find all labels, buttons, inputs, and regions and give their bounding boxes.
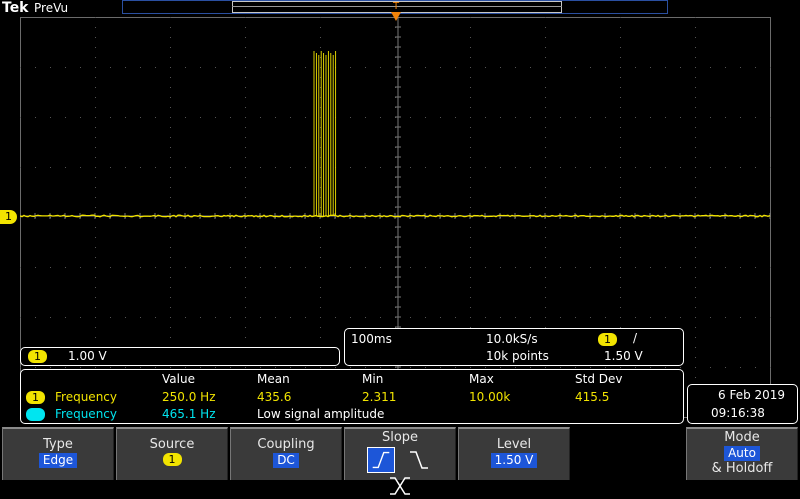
brand-logo: Tek [2, 0, 29, 16]
trigger-slope-indicator: / [633, 331, 637, 345]
trigger-source-badge: 1 [598, 333, 617, 346]
trigger-position-marker[interactable]: T [388, 0, 404, 24]
level-value: 1.50 V [491, 453, 538, 468]
mode-extra: & Holdoff [687, 461, 797, 476]
trigger-slope-button[interactable]: Slope [344, 427, 456, 480]
type-value: Edge [39, 453, 77, 468]
date-display: 6 Feb 2019 [718, 388, 785, 402]
meas1-mean: 435.6 [257, 390, 291, 404]
level-label: Level [459, 437, 569, 452]
either-slope-icon[interactable] [386, 473, 414, 499]
ch1-ground-marker[interactable]: 1 [0, 210, 17, 224]
coupling-value: DC [273, 453, 299, 468]
mode-label: Mode [687, 430, 797, 445]
falling-slope-icon[interactable] [405, 447, 433, 473]
timebase-trigger-box[interactable]: 100ms 10.0kS/s 10k points 1 / 1.50 V [344, 328, 684, 366]
measurements-panel[interactable]: Value Mean Min Max Std Dev 1 Frequency 2… [20, 369, 684, 424]
meas1-max: 10.00k [469, 390, 510, 404]
channel-scale-box[interactable]: 1 1.00 V [20, 347, 340, 366]
slope-label: Slope [345, 430, 455, 445]
trigger-coupling-button[interactable]: Coupling DC [230, 427, 342, 480]
trigger-mode-button[interactable]: Mode Auto & Holdoff [686, 427, 798, 480]
meas-header-min: Min [362, 372, 383, 386]
meas-header-max: Max [469, 372, 494, 386]
trigger-source-button[interactable]: Source 1 [116, 427, 228, 480]
ch1-waveform [20, 51, 770, 217]
meas2-badge: 2 [26, 408, 45, 421]
meas-header-stddev: Std Dev [575, 372, 622, 386]
record-length: 10k points [486, 349, 549, 363]
sample-rate: 10.0kS/s [486, 332, 538, 346]
meas2-name: Frequency [55, 407, 117, 421]
ch1-badge: 1 [28, 350, 47, 363]
meas1-stddev: 415.5 [575, 390, 609, 404]
meas2-note: Low signal amplitude [257, 407, 384, 421]
trigger-type-button[interactable]: Type Edge [2, 427, 114, 480]
meas1-value: 250.0 Hz [162, 390, 216, 404]
meas-header-value: Value [162, 372, 195, 386]
horizontal-scale: 100ms [351, 332, 392, 346]
meas1-name: Frequency [55, 390, 117, 404]
source-label: Source [117, 437, 227, 452]
meas1-min: 2.311 [362, 390, 396, 404]
meas2-value: 465.1 Hz [162, 407, 216, 421]
meas-header-mean: Mean [257, 372, 290, 386]
coupling-label: Coupling [231, 437, 341, 452]
rising-slope-icon[interactable] [367, 447, 395, 473]
meas1-badge: 1 [26, 391, 45, 404]
trigger-level: 1.50 V [604, 349, 643, 363]
ch1-scale: 1.00 V [68, 349, 107, 363]
source-value-badge: 1 [163, 453, 182, 466]
time-display: 09:16:38 [711, 406, 765, 420]
trigger-level-button[interactable]: Level 1.50 V [458, 427, 570, 480]
svg-text:T: T [392, 1, 400, 12]
mode-value: Auto [724, 446, 760, 461]
datetime-box: 6 Feb 2019 09:16:38 [687, 384, 798, 424]
type-label: Type [3, 437, 113, 452]
acquisition-mode: PreVu [34, 1, 68, 15]
